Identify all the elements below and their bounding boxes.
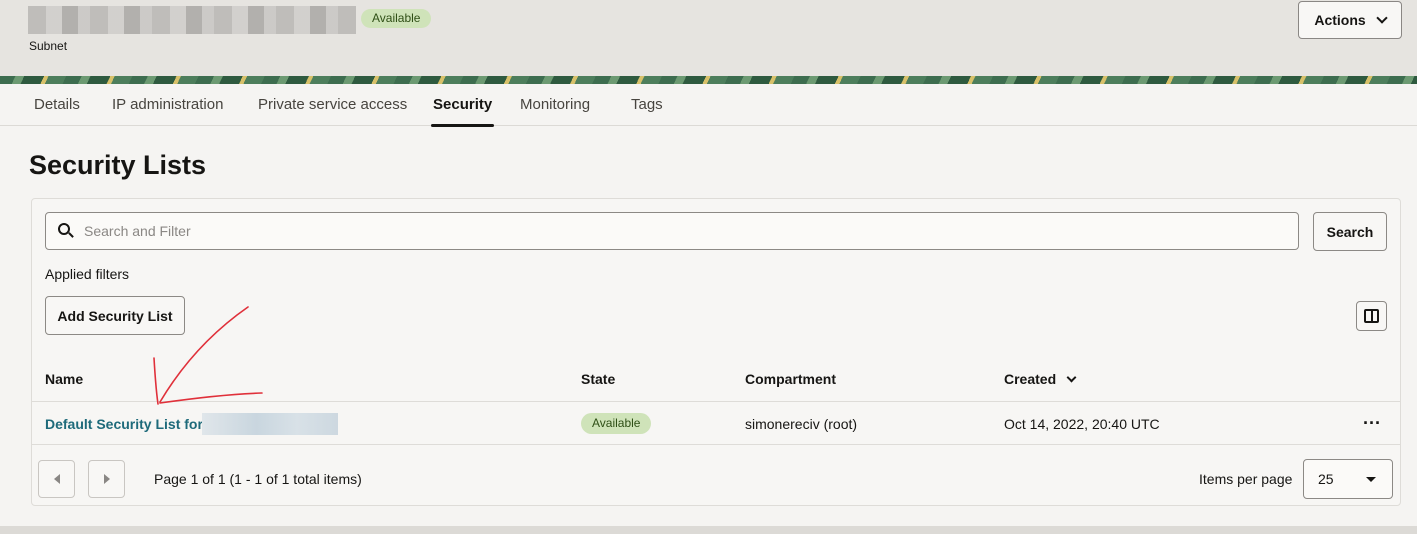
tab-ip-administration[interactable]: IP administration <box>112 96 223 113</box>
manage-columns-button[interactable] <box>1356 301 1387 331</box>
next-page-button[interactable] <box>88 460 125 498</box>
add-security-list-button[interactable]: Add Security List <box>45 296 185 335</box>
tab-bar: Details IP administration Private servic… <box>0 84 1417 127</box>
decorative-banner <box>0 76 1417 84</box>
items-per-page-value: 25 <box>1318 471 1334 487</box>
tab-private-service-access[interactable]: Private service access <box>258 96 407 113</box>
search-input[interactable] <box>84 223 1264 239</box>
page-title: Security Lists <box>29 150 207 180</box>
next-icon <box>103 474 110 484</box>
tab-tags[interactable]: Tags <box>631 96 663 113</box>
chevron-down-icon <box>1376 12 1388 24</box>
row-compartment: simonereciv (root) <box>745 416 858 432</box>
bottom-strip <box>0 526 1417 534</box>
status-badge: Available <box>361 9 432 28</box>
search-icon <box>58 223 74 239</box>
column-header-name: Name <box>45 371 84 387</box>
actions-button[interactable]: Actions <box>1298 1 1402 39</box>
column-header-created-label: Created <box>1004 371 1057 387</box>
items-per-page-select[interactable]: 25 <box>1303 459 1393 499</box>
column-header-compartment: Compartment <box>745 371 837 387</box>
search-button[interactable]: Search <box>1313 212 1387 251</box>
app-root: Available Subnet Actions Details IP admi… <box>0 0 1417 534</box>
actions-button-label: Actions <box>1314 12 1366 28</box>
columns-icon <box>1364 309 1379 323</box>
security-list-name-link[interactable]: Default Security List for <box>45 416 203 432</box>
redacted-resource-name <box>28 6 356 34</box>
tab-security[interactable]: Security <box>430 96 495 127</box>
row-created: Oct 14, 2022, 20:40 UTC <box>1004 416 1160 432</box>
row-state-badge: Available <box>581 413 652 434</box>
previous-page-button[interactable] <box>38 460 75 498</box>
caret-down-icon <box>1366 477 1376 482</box>
search-field[interactable] <box>45 212 1299 250</box>
row-actions-menu-button[interactable]: ··· <box>1360 412 1384 434</box>
row-divider <box>32 444 1400 445</box>
tab-details[interactable]: Details <box>34 96 80 113</box>
page-info: Page 1 of 1 (1 - 1 of 1 total items) <box>154 471 362 487</box>
applied-filters-label: Applied filters <box>45 266 130 282</box>
items-per-page-label: Items per page <box>1199 471 1293 487</box>
previous-icon <box>53 474 60 484</box>
resource-header: Available Subnet Actions <box>0 0 1417 76</box>
sort-chevron-icon <box>1066 372 1077 383</box>
header-divider <box>32 401 1400 402</box>
resource-type-label: Subnet <box>29 39 68 53</box>
column-header-state: State <box>581 371 616 387</box>
column-header-created[interactable]: Created <box>1004 371 1077 387</box>
tab-monitoring[interactable]: Monitoring <box>520 96 590 113</box>
redacted-vcn-name <box>202 413 338 435</box>
